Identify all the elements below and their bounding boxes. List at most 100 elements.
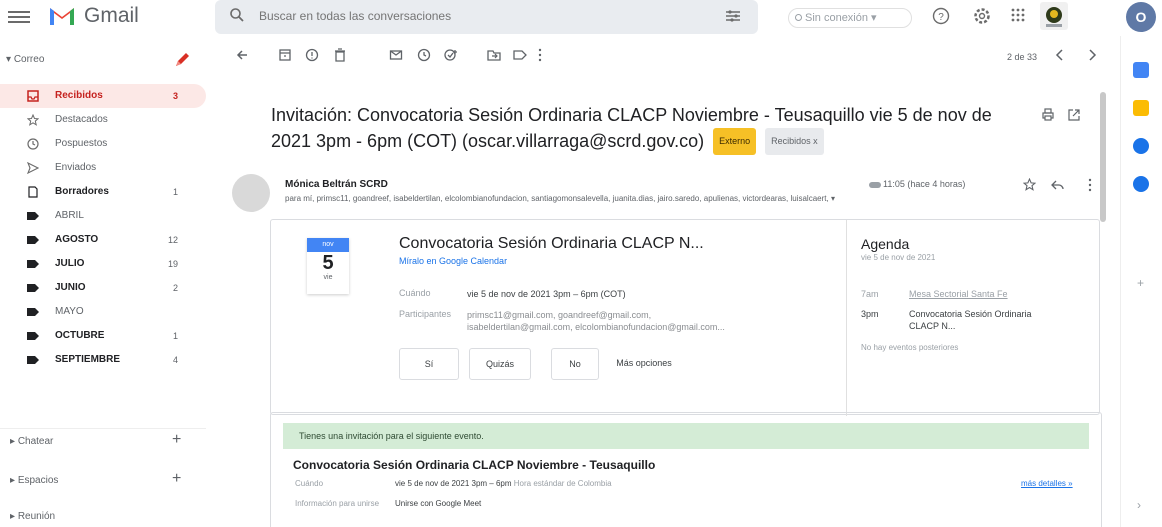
invite-join-label: Información para unirse	[295, 499, 380, 508]
gmail-logo-icon	[49, 6, 75, 26]
move-to-folder-icon[interactable]	[487, 48, 501, 62]
more-details-link[interactable]: más detalles »	[1021, 479, 1073, 488]
when-label: Cuándo	[399, 288, 431, 298]
newer-chevron-icon[interactable]	[1087, 48, 1097, 62]
status-dot-icon	[795, 14, 802, 21]
sidebar-item-label-julio[interactable]: JULIO 19	[0, 252, 206, 276]
label-icon[interactable]	[513, 48, 527, 62]
star-icon[interactable]	[1023, 178, 1036, 191]
delete-icon[interactable]	[333, 48, 347, 62]
email-subject-text: Invitación: Convocatoria Sesión Ordinari…	[271, 105, 992, 151]
sender-name[interactable]: Mónica Beltrán SCRD	[285, 179, 388, 190]
label-tag-icon	[27, 308, 39, 316]
view-in-calendar-link[interactable]: Míralo en Google Calendar	[399, 256, 507, 266]
apps-grid-icon[interactable]	[1010, 7, 1026, 23]
sidebar-item-label-mayo[interactable]: MAYO	[0, 300, 206, 324]
more-vert-icon[interactable]	[537, 48, 543, 62]
rsvp-no-button[interactable]: No	[551, 348, 599, 380]
sidebar-item-label: OCTUBRE	[55, 330, 105, 341]
mark-unread-icon[interactable]	[389, 48, 403, 62]
invite-when-value: vie 5 de nov de 2021 3pm – 6pm Hora está…	[395, 479, 612, 488]
search-bar[interactable]	[215, 0, 758, 34]
sidebar-item-starred[interactable]: Destacados	[0, 108, 206, 132]
main-menu-icon[interactable]	[8, 8, 30, 26]
snooze-clock-icon[interactable]	[417, 48, 431, 62]
unread-count: 1	[172, 331, 178, 341]
report-spam-icon[interactable]	[305, 48, 319, 62]
add-chat-icon[interactable]: +	[172, 432, 181, 448]
rsvp-yes-button[interactable]: Sí	[399, 348, 459, 380]
clock-icon	[27, 138, 39, 150]
compose-pencil-icon[interactable]	[170, 48, 194, 72]
agenda-item-time: 7am	[861, 289, 879, 299]
sidebar-item-label: SEPTIEMBRE	[55, 354, 121, 365]
agenda-empty-note: No hay eventos posteriores	[861, 343, 959, 352]
send-icon	[27, 162, 39, 174]
scrollbar-thumb[interactable]	[1100, 92, 1106, 222]
sidebar-item-sent[interactable]: Enviados	[0, 156, 206, 180]
top-bar: Gmail Sin conexión ▾ ? O	[0, 0, 1162, 36]
contacts-app-icon[interactable]	[1133, 176, 1149, 192]
join-meet-link[interactable]: Unirse con Google Meet	[395, 499, 481, 508]
more-vert-icon[interactable]	[1087, 178, 1093, 192]
avatar[interactable]: O	[1126, 2, 1156, 32]
back-arrow-icon[interactable]	[235, 48, 249, 62]
older-chevron-icon[interactable]	[1055, 48, 1065, 62]
event-title: Convocatoria Sesión Ordinaria CLACP N...	[399, 235, 704, 252]
search-icon[interactable]	[229, 7, 245, 23]
sidebar-item-snoozed[interactable]: Pospuestos	[0, 132, 206, 156]
label-tag-icon	[27, 332, 39, 340]
invite-details-box: Tienes una invitación para el siguiente …	[270, 412, 1102, 527]
help-icon[interactable]: ?	[932, 7, 950, 25]
unread-count: 1	[172, 187, 178, 197]
reply-icon[interactable]	[1050, 179, 1064, 191]
sidebar-item-label-abril[interactable]: ABRIL	[0, 204, 206, 228]
mail-section-header[interactable]: ▾ Correo	[0, 42, 215, 80]
pagination-label: 2 de 33	[1007, 52, 1038, 62]
chat-section-header[interactable]: ▸ Chatear +	[0, 428, 206, 452]
sidebar-item-label-agosto[interactable]: AGOSTO 12	[0, 228, 206, 252]
inbox-label-chip[interactable]: Recibidos x	[765, 128, 824, 155]
sidebar-item-label: Enviados	[55, 162, 97, 173]
search-options-icon[interactable]	[725, 9, 741, 23]
sidebar-item-label-junio[interactable]: JUNIO 2	[0, 276, 206, 300]
add-addon-icon[interactable]: +	[1137, 276, 1144, 290]
calendar-day: 5	[322, 252, 334, 274]
mail-section-label: ▾ Correo	[6, 54, 45, 65]
keep-app-icon[interactable]	[1133, 100, 1149, 116]
tasks-app-icon[interactable]	[1133, 138, 1149, 154]
calendar-app-icon[interactable]	[1133, 62, 1149, 78]
recipients-list[interactable]: para mí, primsc11, goandreef, isabeldert…	[285, 194, 1045, 203]
print-icon[interactable]	[1041, 108, 1055, 122]
search-input[interactable]	[259, 6, 689, 26]
status-dropdown[interactable]: Sin conexión ▾	[788, 8, 912, 28]
calendar-invite-card: nov 5 vie Convocatoria Sesión Ordinaria …	[270, 219, 1100, 416]
sidebar-item-label-septiembre[interactable]: SEPTIEMBRE 4	[0, 348, 206, 372]
rsvp-maybe-button[interactable]: Quizás	[469, 348, 531, 380]
app-title: Gmail	[84, 4, 139, 27]
invite-when-label: Cuándo	[295, 479, 324, 488]
more-options-button[interactable]: Más opciones	[601, 348, 687, 380]
participants-value: primsc11@gmail.com, goandreef@gmail.com,…	[467, 310, 725, 332]
agenda-item-title[interactable]: Convocatoria Sesión Ordinaria CLACP N...	[909, 308, 1049, 332]
meeting-section-header[interactable]: ▸ Reunión	[0, 504, 206, 527]
organization-logo-icon[interactable]	[1040, 2, 1068, 30]
expand-panel-chevron-icon[interactable]: ›	[1137, 498, 1141, 512]
agenda-item-title[interactable]: Mesa Sectorial Santa Fe	[909, 288, 1008, 300]
add-task-icon[interactable]	[444, 48, 458, 62]
spaces-section-header[interactable]: ▸ Espacios +	[0, 468, 206, 492]
add-space-icon[interactable]: +	[172, 471, 181, 487]
archive-icon[interactable]	[278, 48, 292, 62]
invite-title: Convocatoria Sesión Ordinaria CLACP Novi…	[293, 458, 656, 472]
settings-icon[interactable]	[973, 7, 991, 25]
when-value: vie 5 de nov de 2021 3pm – 6pm (COT)	[467, 289, 626, 299]
sidebar-item-label-octubre[interactable]: OCTUBRE 1	[0, 324, 206, 348]
sidebar-item-drafts[interactable]: Borradores 1	[0, 180, 206, 204]
open-new-window-icon[interactable]	[1067, 108, 1081, 122]
sidebar-item-label: ABRIL	[55, 210, 84, 221]
participants-label: Participantes	[399, 309, 452, 319]
recipients-text: para mí, primsc11, goandreef, isabeldert…	[285, 194, 829, 203]
sidebar-item-label: MAYO	[55, 306, 84, 317]
label-tag-icon	[27, 236, 39, 244]
sidebar-item-inbox[interactable]: Recibidos 3	[0, 84, 206, 108]
